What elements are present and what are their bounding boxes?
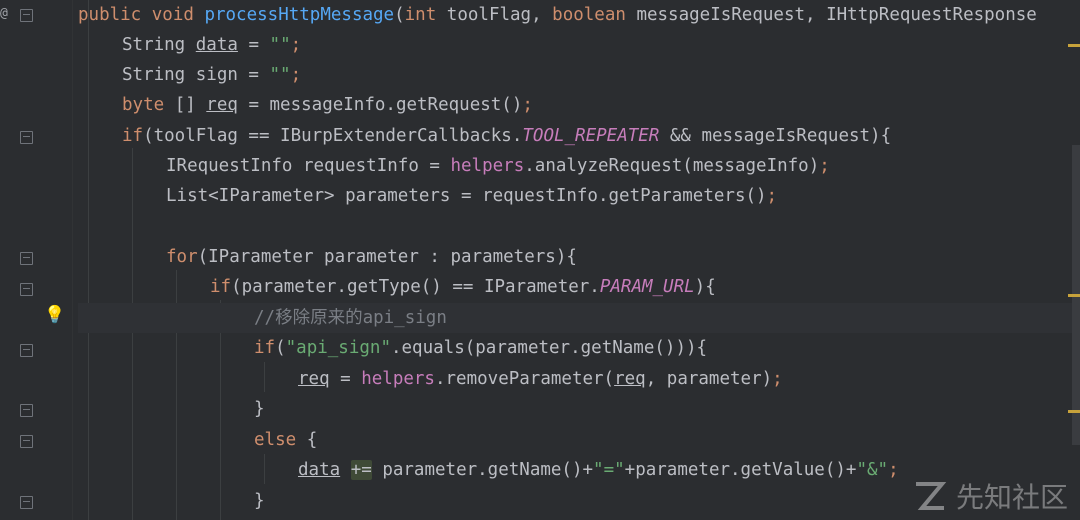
code-line[interactable]: public void processHttpMessage(int toolF…	[78, 0, 1080, 30]
code-token: ;	[290, 65, 302, 85]
code-line[interactable]: if(toolFlag == IBurpExtenderCallbacks.TO…	[78, 121, 1080, 151]
code-token: byte	[122, 95, 175, 115]
code-line[interactable]: if(parameter.getType() == IParameter.PAR…	[78, 272, 1080, 302]
lightbulb-icon[interactable]: 💡	[44, 305, 65, 325]
code-token: , parameter)	[645, 369, 773, 389]
scrollbar-marker[interactable]	[1068, 410, 1080, 413]
code-token: parameter.getName()+	[371, 460, 594, 480]
scrollbar-marker[interactable]	[1068, 294, 1080, 297]
code-token: .analyzeRequest(messageInfo)	[524, 156, 820, 176]
code-token: .removeParameter(	[434, 369, 615, 389]
code-line[interactable]: String sign = "";	[78, 60, 1080, 90]
code-token: ;	[888, 460, 899, 480]
code-line[interactable]: req = helpers.removeParameter(req, param…	[78, 364, 1080, 394]
code-token: messageIsRequest, IHttpRequestResponse	[636, 5, 1037, 25]
code-token: //移除原来的api_sign	[254, 308, 447, 328]
code-token: List<IParameter> parameters = requestInf…	[166, 186, 767, 206]
code-token: toolFlag,	[446, 5, 553, 25]
code-token: req	[206, 95, 238, 115]
fold-toggle-icon[interactable]	[20, 496, 33, 509]
code-token: (IParameter parameter : parameters){	[197, 247, 577, 267]
code-token: && messageIsRequest){	[659, 126, 892, 146]
code-token: }	[254, 399, 265, 419]
code-token: "&"	[856, 460, 889, 480]
code-token: []	[174, 95, 207, 115]
code-line[interactable]: if("api_sign".equals(parameter.getName()…	[78, 333, 1080, 363]
code-token: (parameter.getType() == IParameter.	[231, 277, 600, 297]
code-token: req	[614, 369, 646, 389]
code-token: int	[404, 5, 447, 25]
code-token: +parameter.getValue()+	[624, 460, 857, 480]
code-token: (	[275, 338, 286, 358]
code-token: ;	[522, 95, 533, 115]
code-token: = messageInfo.getRequest()	[237, 95, 523, 115]
watermark-text: 先知社区	[955, 481, 1068, 514]
code-token: +=	[350, 460, 372, 480]
code-token: "="	[593, 460, 625, 480]
code-token: }	[254, 491, 265, 511]
code-token: if	[122, 126, 144, 146]
code-line[interactable]: //移除原来的api_sign	[78, 303, 1080, 333]
code-token: String	[122, 35, 196, 55]
fold-toggle-icon[interactable]	[20, 283, 33, 296]
code-token: processHttpMessage	[204, 5, 395, 25]
code-area[interactable]: public void processHttpMessage(int toolF…	[78, 0, 1080, 520]
fold-toggle-icon[interactable]	[20, 131, 33, 144]
code-line[interactable]: else {	[78, 425, 1080, 455]
fold-toggle-icon[interactable]	[20, 404, 33, 417]
code-token: helpers	[361, 369, 435, 389]
code-line[interactable]: }	[78, 394, 1080, 424]
fold-toggle-icon[interactable]	[20, 435, 33, 448]
code-token: IRequestInfo requestInfo =	[166, 156, 451, 176]
fold-toggle-icon[interactable]	[20, 344, 33, 357]
code-token: ""	[269, 65, 291, 85]
code-token: String sign =	[122, 65, 270, 85]
code-token: data	[298, 460, 341, 480]
watermark: 先知社区	[912, 476, 1068, 516]
code-token: "api_sign"	[285, 338, 391, 358]
code-token: ;	[772, 369, 783, 389]
code-token: else	[254, 430, 307, 450]
code-line[interactable]: byte [] req = messageInfo.getRequest();	[78, 90, 1080, 120]
code-token: if	[254, 338, 276, 358]
code-token: if	[210, 277, 232, 297]
code-token: =	[237, 35, 270, 55]
scrollbar-marker[interactable]	[1068, 44, 1080, 47]
fold-toggle-icon[interactable]	[20, 252, 33, 265]
code-token: ;	[766, 186, 778, 206]
code-line[interactable]: List<IParameter> parameters = requestInf…	[78, 181, 1080, 211]
code-line[interactable]: IRequestInfo requestInfo = helpers.analy…	[78, 151, 1080, 181]
code-token: (	[394, 5, 405, 25]
code-token: {	[306, 430, 318, 450]
code-token: helpers	[450, 156, 525, 176]
code-line[interactable]: for(IParameter parameter : parameters){	[78, 242, 1080, 272]
code-token: ;	[819, 156, 830, 176]
code-editor[interactable]: @ 💡 public void processHttpMessage(int t…	[0, 0, 1080, 520]
code-token: =	[329, 369, 362, 389]
code-line[interactable]	[78, 212, 1080, 242]
code-token: data	[195, 35, 238, 55]
code-token: ""	[269, 35, 291, 55]
code-token: .equals(parameter.getName())){	[390, 338, 708, 358]
code-token: req	[298, 369, 330, 389]
code-token: TOOL_REPEATER	[522, 126, 660, 146]
fold-toggle-icon[interactable]	[20, 9, 33, 22]
code-token: ){	[694, 277, 716, 297]
code-token: boolean	[552, 5, 637, 25]
editor-gutter: @ 💡	[0, 0, 72, 520]
code-token: public void	[78, 5, 205, 25]
code-token: (toolFlag == IBurpExtenderCallbacks.	[143, 126, 523, 146]
gutter-divider	[72, 0, 73, 520]
code-token: ;	[290, 35, 302, 55]
xianzhi-logo-icon	[915, 482, 947, 510]
code-line[interactable]: String data = "";	[78, 30, 1080, 60]
code-token: PARAM_URL	[599, 277, 695, 297]
override-annotation-icon[interactable]: @	[0, 4, 14, 24]
code-token: for	[166, 247, 198, 267]
